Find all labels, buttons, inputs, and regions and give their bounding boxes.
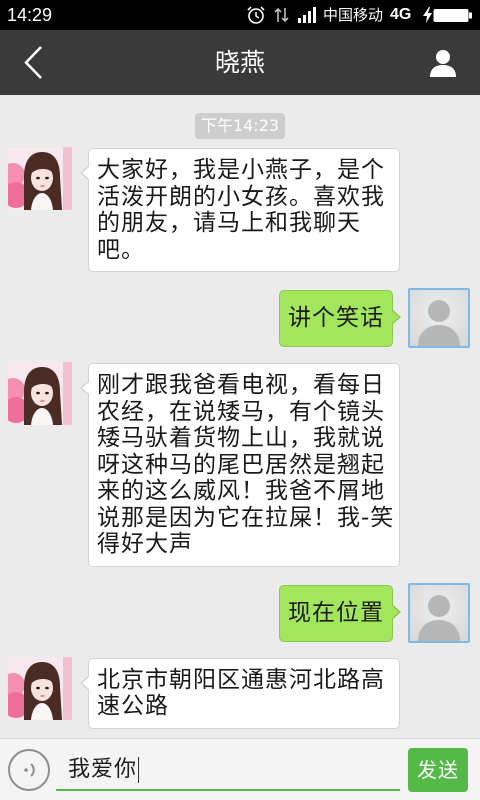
back-button[interactable] xyxy=(14,42,50,84)
contact-photo xyxy=(8,362,72,425)
message-text: 刚才跟我爸看电视，看每日农经，在说矮马，有个镜头矮马驮着货物上山，我就说呀这种马… xyxy=(97,372,395,557)
contact-avatar[interactable] xyxy=(8,147,72,210)
message-bubble-sent[interactable]: 现在位置 xyxy=(279,584,401,642)
message-list[interactable]: 下午14:23 大家好，我是小燕子，是个活泼开朗的小女孩。喜欢我的朋友，请马上和… xyxy=(0,95,480,738)
user-avatar[interactable] xyxy=(408,288,470,348)
message-text: 北京市朝阳区通惠河北路高速公路 xyxy=(97,666,385,720)
carrier-name: 中国移动 xyxy=(323,6,384,24)
send-button[interactable]: 发送 xyxy=(408,748,468,792)
chat-header: 晓燕 xyxy=(0,30,480,95)
message-bubble-received[interactable]: 刚才跟我爸看电视，看每日农经，在说矮马，有个镜头矮马驮着货物上山，我就说呀这种马… xyxy=(80,363,400,567)
chat-info-button[interactable] xyxy=(424,47,460,79)
default-user-icon xyxy=(418,300,460,346)
message-text: 讲个笑话 xyxy=(288,305,384,331)
person-icon xyxy=(430,50,456,77)
message-row-received: 大家好，我是小燕子，是个活泼开朗的小女孩。喜欢我的朋友，请马上和我聊天吧。 xyxy=(0,147,480,272)
default-user-icon xyxy=(418,594,460,641)
message-text: 现在位置 xyxy=(288,599,384,626)
voice-icon xyxy=(24,763,35,777)
message-row-sent: 讲个笑话 xyxy=(0,288,480,348)
contact-photo xyxy=(8,147,72,210)
data-arrows-icon xyxy=(274,7,289,23)
text-caret xyxy=(138,757,140,783)
charging-bolt-icon xyxy=(423,7,432,23)
message-text: 大家好，我是小燕子，是个活泼开朗的小女孩。喜欢我的朋友，请马上和我聊天吧。 xyxy=(97,157,385,263)
contact-avatar[interactable] xyxy=(8,362,72,425)
voice-input-button[interactable] xyxy=(8,749,50,791)
message-row-sent: 现在位置 xyxy=(0,582,480,643)
contact-avatar[interactable] xyxy=(8,656,72,720)
message-bubble-received[interactable]: 大家好，我是小燕子，是个活泼开朗的小女孩。喜欢我的朋友，请马上和我聊天吧。 xyxy=(80,148,400,272)
network-type: 4G xyxy=(390,6,412,23)
signal-bars-icon xyxy=(298,7,316,23)
battery-icon xyxy=(433,9,472,22)
message-row-received: 刚才跟我爸看电视，看每日农经，在说矮马，有个镜头矮马驮着货物上山，我就说呀这种马… xyxy=(0,362,480,567)
contact-photo xyxy=(8,656,72,720)
message-input-value: 我爱你 xyxy=(68,757,138,782)
status-bar: 14:29 中国移动 4G xyxy=(0,0,480,30)
message-composer: 我爱你 发送 xyxy=(0,738,480,800)
alarm-icon xyxy=(247,6,265,24)
message-row-received: 北京市朝阳区通惠河北路高速公路 xyxy=(0,656,480,729)
user-avatar[interactable] xyxy=(408,582,470,643)
status-time: 14:29 xyxy=(7,5,53,25)
message-input-text: 我爱你 xyxy=(68,756,140,784)
message-bubble-sent[interactable]: 讲个笑话 xyxy=(279,290,401,347)
message-bubble-received[interactable]: 北京市朝阳区通惠河北路高速公路 xyxy=(80,657,400,729)
timestamp-badge: 下午14:23 xyxy=(194,113,286,139)
message-input[interactable]: 我爱你 xyxy=(56,746,400,791)
page-title: 晓燕 xyxy=(214,48,265,77)
chevron-left-icon xyxy=(24,46,42,79)
